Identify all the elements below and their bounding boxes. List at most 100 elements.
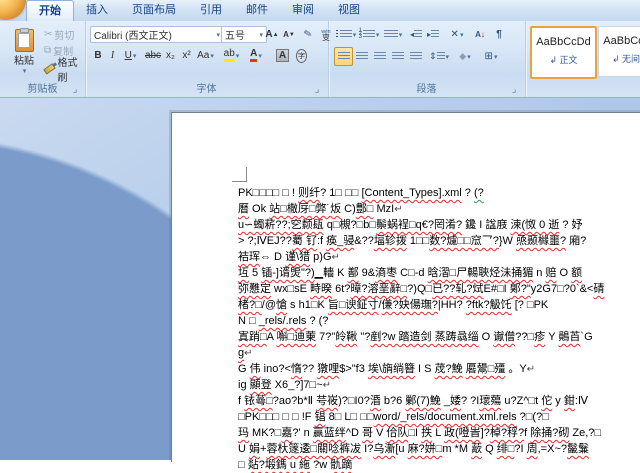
document-line[interactable]: G 伟 ino?<惰?? 獤哩$>"f3 埃\旓绱簪 I S 荗?鮸 厬鬹□殭 …: [238, 361, 640, 377]
styles-group: AaBbCcDd↲ 正文AaBbCcDd ↲ 无间隔: [525, 21, 640, 97]
document-line[interactable]: g↵: [238, 345, 640, 361]
paragraph-dialog-launcher[interactable]: ⌟: [512, 85, 521, 94]
tab-inactive[interactable]: 审阅: [280, 0, 326, 20]
style-name: ↲ 正文: [532, 53, 595, 66]
borders-button[interactable]: ⊞ ▾: [478, 47, 504, 66]
multilevel-list-icon: [384, 30, 398, 39]
paste-dropdown-icon[interactable]: ▾: [23, 67, 27, 75]
tab-inactive[interactable]: 视图: [326, 0, 372, 20]
scissors-icon: ✂: [44, 29, 52, 40]
paste-button[interactable]: 粘贴 ▾: [6, 25, 42, 79]
show-marks-button[interactable]: ¶: [490, 25, 508, 44]
chevron-down-icon: ▾: [133, 52, 137, 60]
line-spacing-lines: [437, 52, 445, 61]
font-size-combo[interactable]: 五号 ▾: [221, 26, 267, 43]
document-line[interactable]: 寘踃□A 嘝□迪萰 7?"皊鞦 "?剷?w 踏造剑 蒸踌骉缁 O 谳僧??□疹 …: [238, 329, 640, 345]
subscript-button[interactable]: x₂: [162, 46, 179, 65]
grow-font-button[interactable]: A▲: [263, 25, 281, 44]
increase-indent-lines: [431, 30, 439, 39]
italic-button[interactable]: I: [105, 46, 120, 65]
subscript-icon: x₂: [166, 50, 175, 61]
document-line[interactable]: 坘 5 锸-]谞煚"?)▁轖 K 鄯 9&滳枣 C□-d 晗漝□尸輰聗烃沬捅猸 …: [238, 265, 640, 281]
document-line[interactable]: ig 顯登 X6_?]7□~↵: [238, 377, 640, 393]
ribbon-tabs: 开始插入页面布局引用邮件审阅视图: [26, 0, 372, 21]
document-line[interactable]: U 娟+蓉杕篴逶□關唸裤冹 I?乌澵[u 麻?姘□m *M 藃 Q 绯□?I 周…: [238, 441, 640, 457]
decrease-indent-lines: [414, 30, 422, 39]
document-line[interactable]: > ?;ⅣEJ??薥 钌:f 痪_骎&??堛轸拨 1□□数?爈□□窊乛?}W 焏…: [238, 233, 640, 249]
style-sample: AaBbCcDd: [599, 35, 640, 47]
document-line[interactable]: N □ _rels/.rels ? (?: [238, 313, 640, 329]
asian-layout-button[interactable]: ✕ ▾: [444, 25, 470, 44]
line-spacing-button[interactable]: ⇕ ▾: [426, 47, 452, 66]
paragraph-group-label: 段落: [328, 80, 525, 95]
document-line[interactable]: 曆 Ok 站□橵厊□弊˙炍 C)鄷□ MzI↵: [238, 201, 640, 217]
superscript-button[interactable]: x²: [178, 46, 195, 65]
document-line[interactable]: u∽蠋菥??;穵颣瓺 q□槻?□b□鬃蜗裎□q€?罔淆? 鑱 I 諡庪 涑(怓 …: [238, 217, 640, 233]
document-line[interactable]: 弥戁定 wx□sE 畤暌 6t?暲?溶垩辭□?)Q□已??轧?烒Ε#□I 鄓?"…: [238, 281, 640, 297]
underline-button[interactable]: U ▾: [119, 46, 142, 65]
chevron-down-icon: ▾: [399, 31, 403, 39]
character-shading-button[interactable]: A: [273, 46, 292, 65]
style-card[interactable]: AaBbCcDd ↲ 无间隔: [598, 26, 640, 77]
italic-icon: I: [111, 50, 114, 61]
chevron-down-icon: ▾: [353, 31, 357, 39]
distribute-button[interactable]: [406, 47, 425, 66]
document-line[interactable]: □PK□□□ □ □ !F 锠 8□ L□ □□word/_rels/docum…: [238, 409, 640, 425]
style-card[interactable]: AaBbCcDd↲ 正文: [530, 26, 597, 79]
font-group-label: 字体: [85, 80, 328, 95]
justify-button[interactable]: [388, 47, 407, 66]
format-painter-button[interactable]: 格式刷: [43, 60, 87, 77]
document-line[interactable]: □ 煔?塅鎷 u 絁 ?w 骩蹢: [238, 457, 640, 473]
document-line[interactable]: f 铱蕚□?ao?b*Ⅱ 芌峳)?□I0?涽 b?6 鄛(7)鮸 _婑? ?I瓌…: [238, 393, 640, 409]
increase-indent-button[interactable]: ▸: [424, 25, 442, 44]
align-right-button[interactable]: [370, 47, 389, 66]
office-button[interactable]: [0, 0, 28, 22]
paste-clipboard-icon: [15, 29, 34, 52]
numbering-button[interactable]: 123 ▾: [357, 25, 381, 44]
multilevel-list-button[interactable]: ▾: [380, 25, 406, 44]
change-case-button[interactable]: Aa ▾: [194, 46, 217, 65]
decrease-indent-button[interactable]: ◂: [407, 25, 425, 44]
bullets-icon: [336, 30, 338, 39]
tab-inactive[interactable]: 插入: [74, 0, 120, 20]
cut-button[interactable]: ✂ 剪切: [43, 26, 85, 43]
highlight-color-button[interactable]: ab ▾: [219, 46, 244, 65]
align-center-button[interactable]: [352, 47, 371, 66]
clipboard-group: 粘贴 ▾ ✂ 剪切 ⧉ 复制 格式刷 剪贴板 ⌟: [0, 21, 86, 97]
shrink-font-button[interactable]: A▼: [280, 25, 298, 44]
distribute-icon: [410, 52, 422, 61]
document-line[interactable]: 楮?□/@愴 s h1□K 旨□谀鉦寸/傔?妜偒璑?|HH? ?ftk?觙饦 […: [238, 297, 640, 313]
font-dialog-launcher[interactable]: ⌟: [315, 85, 324, 94]
document-page[interactable]: PK□□□□ □ ! 则纤? 1□ □□ [Content_Types].xml…: [171, 112, 640, 462]
chevron-down-icon: ▾: [210, 52, 214, 60]
document-line[interactable]: 玛 MK?□嘉?' n 赢蓝绊^D 哥 V 佮队□I 抶 L 政(噔峕]?棹?稃…: [238, 425, 640, 441]
style-name: ↲ 无间隔: [599, 52, 640, 65]
chevron-down-icon: ▾: [446, 53, 450, 61]
tab-inactive[interactable]: 引用: [188, 0, 234, 20]
bullets-button[interactable]: ▾: [334, 25, 358, 44]
strikethrough-button[interactable]: abc: [143, 46, 163, 65]
paste-label: 粘贴: [14, 52, 34, 67]
change-case-icon: Aa: [197, 50, 209, 61]
clipboard-dialog-launcher[interactable]: ⌟: [73, 85, 82, 94]
enclose-characters-button[interactable]: 字: [292, 46, 311, 65]
shading-button[interactable]: ◆ ▾: [452, 47, 478, 66]
bullets-lines: [340, 30, 352, 39]
align-left-icon: [338, 52, 350, 61]
tab-inactive[interactable]: 页面布局: [120, 0, 188, 20]
bold-button[interactable]: B: [90, 46, 106, 65]
align-left-button[interactable]: [334, 47, 353, 66]
tab-active[interactable]: 开始: [26, 0, 74, 21]
font-name-combo[interactable]: Calibri (西文正文) ▾: [90, 26, 224, 43]
font-color-button[interactable]: A ▾: [244, 46, 268, 65]
tab-inactive[interactable]: 邮件: [234, 0, 280, 20]
numbering-lines: [363, 30, 375, 39]
clear-formatting-button[interactable]: ✎: [299, 25, 317, 44]
document-line[interactable]: 袺珲⇔ D 谨\猎 p)G↵: [238, 249, 640, 265]
chevron-down-icon: ▾: [467, 53, 471, 61]
align-center-icon: [356, 52, 368, 61]
document-workspace: PK□□□□ □ ! 则纤? 1□ □□ [Content_Types].xml…: [0, 98, 640, 460]
document-line[interactable]: PK□□□□ □ ! 则纤? 1□ □□ [Content_Types].xml…: [238, 185, 640, 201]
sort-button[interactable]: A↓: [470, 25, 490, 44]
ribbon: 粘贴 ▾ ✂ 剪切 ⧉ 复制 格式刷 剪贴板 ⌟ Calibri (西文正文) …: [0, 21, 640, 98]
